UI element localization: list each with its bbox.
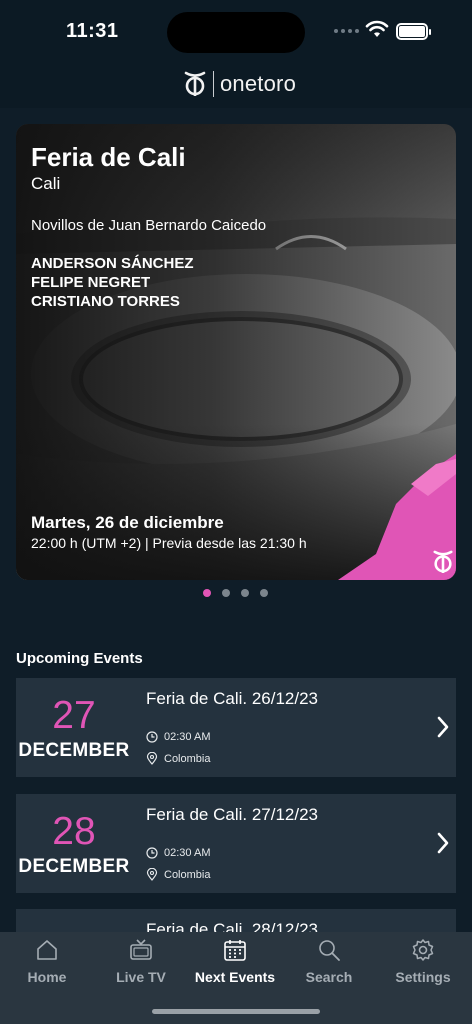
battery-icon bbox=[396, 23, 431, 40]
tab-label: Home bbox=[27, 969, 67, 985]
carousel-pagination bbox=[203, 589, 268, 597]
event-date: Martes, 26 de diciembre bbox=[31, 513, 224, 532]
event-title: Feria de Cali bbox=[31, 142, 186, 172]
event-time-row: 02:30 AM bbox=[146, 847, 210, 859]
event-day: 28 bbox=[52, 810, 96, 853]
bullring-photo bbox=[16, 124, 456, 580]
search-icon bbox=[319, 940, 340, 961]
tab-label: Settings bbox=[395, 969, 451, 985]
logo-text: onetoro bbox=[220, 71, 297, 96]
tab-settings[interactable]: Settings bbox=[376, 932, 470, 992]
wifi-icon bbox=[365, 20, 389, 37]
clock-icon bbox=[146, 847, 158, 859]
torero-name: ANDERSON SÁNCHEZ bbox=[31, 255, 194, 272]
event-time: 02:30 AM bbox=[164, 847, 211, 859]
app-screen: 11:31 onetoro Feria de Cali Cali Novillo… bbox=[0, 0, 472, 1024]
torero-name: FELIPE NEGRET bbox=[31, 274, 151, 291]
event-day: 27 bbox=[52, 694, 96, 737]
event-item-title: Feria de Cali. 26/12/23 bbox=[146, 689, 318, 708]
event-hour: 22:00 h (UTM +2) | Previa desde las 21:3… bbox=[31, 535, 307, 551]
event-location: Colombia bbox=[164, 752, 211, 765]
chevron-right-icon bbox=[437, 832, 449, 854]
event-livestock: Novillos de Juan Bernardo Caicedo bbox=[31, 217, 267, 234]
event-item-title: Feria de Cali. 27/12/23 bbox=[146, 805, 318, 824]
event-time: 02:30 AM bbox=[164, 731, 211, 743]
tab-label: Live TV bbox=[116, 969, 166, 985]
chevron-right-icon bbox=[437, 716, 449, 738]
clock-icon bbox=[146, 731, 158, 743]
onetoro-badge-icon bbox=[433, 550, 453, 573]
event-time-row: 02:30 AM bbox=[146, 731, 210, 743]
event-toreros: ANDERSON SÁNCHEZ FELIPE NEGRET CRISTIANO… bbox=[31, 254, 194, 311]
featured-event-card[interactable]: Feria de Cali Cali Novillos de Juan Bern… bbox=[16, 124, 456, 580]
tab-label: Next Events bbox=[194, 969, 276, 985]
section-title: Upcoming Events bbox=[16, 650, 143, 667]
app-header: onetoro bbox=[0, 62, 472, 108]
tab-search[interactable]: Search bbox=[282, 932, 376, 992]
onetoro-bull-icon bbox=[184, 71, 206, 96]
location-pin-icon bbox=[146, 752, 158, 765]
calendar-icon bbox=[224, 940, 246, 961]
tab-home[interactable]: Home bbox=[0, 932, 94, 992]
torero-name: CRISTIANO TORRES bbox=[31, 293, 180, 310]
event-location-row: Colombia bbox=[146, 868, 210, 881]
tv-icon bbox=[130, 939, 152, 960]
home-indicator[interactable] bbox=[152, 1009, 320, 1014]
onetoro-logo: onetoro bbox=[183, 70, 296, 98]
event-city: Cali bbox=[31, 174, 61, 193]
status-bar: 11:31 bbox=[0, 0, 472, 62]
carousel-dot[interactable] bbox=[260, 589, 268, 597]
dynamic-island bbox=[167, 12, 305, 53]
carousel-dot[interactable] bbox=[222, 589, 230, 597]
carousel-dot[interactable] bbox=[241, 589, 249, 597]
tab-live-tv[interactable]: Live TV bbox=[94, 932, 188, 992]
tab-label: Search bbox=[305, 969, 353, 985]
location-pin-icon bbox=[146, 868, 158, 881]
event-list-item[interactable]: 27 DECEMBER Feria de Cali. 26/12/23 02:3… bbox=[16, 678, 456, 777]
home-icon bbox=[37, 940, 57, 960]
carousel-dot[interactable] bbox=[203, 589, 211, 597]
event-month: DECEMBER bbox=[18, 856, 130, 877]
cellular-signal-icon bbox=[334, 29, 359, 33]
status-time: 11:31 bbox=[66, 20, 119, 42]
event-location-row: Colombia bbox=[146, 752, 210, 765]
event-month: DECEMBER bbox=[18, 740, 130, 761]
event-location: Colombia bbox=[164, 868, 211, 881]
event-list-item[interactable]: 28 DECEMBER Feria de Cali. 27/12/23 02:3… bbox=[16, 794, 456, 893]
tab-next-events[interactable]: Next Events bbox=[188, 932, 282, 992]
gear-icon bbox=[412, 939, 434, 961]
